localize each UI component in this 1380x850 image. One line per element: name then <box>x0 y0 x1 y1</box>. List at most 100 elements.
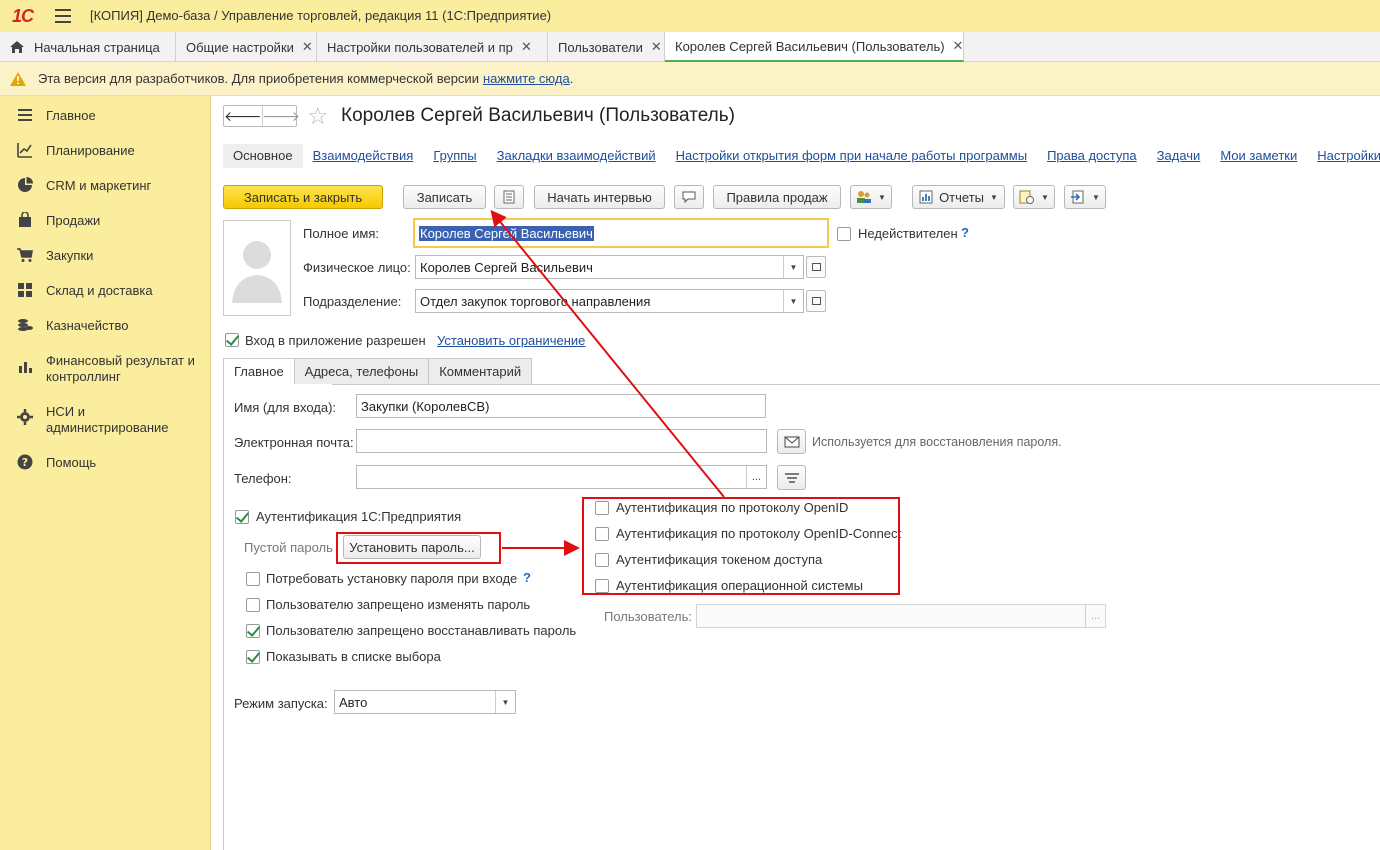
require-password-checkbox[interactable] <box>246 572 260 586</box>
section-notes[interactable]: Мои заметки <box>1210 144 1307 168</box>
cart-icon <box>17 248 33 262</box>
tab-label: Настройки пользователей и прав <box>327 39 513 55</box>
tab-label: Общие настройки <box>186 39 294 55</box>
svg-text:?: ? <box>22 456 28 469</box>
page-tab-main[interactable]: Главное <box>223 358 295 384</box>
favorite-star-icon[interactable]: ☆ <box>307 102 329 131</box>
form-title: Королев Сергей Васильевич (Пользователь) <box>341 105 735 126</box>
open-icon[interactable] <box>806 256 826 278</box>
user-photo[interactable] <box>223 220 291 316</box>
chevron-down-icon[interactable]: ▼ <box>783 290 803 312</box>
login-allowed-checkbox[interactable] <box>225 333 239 347</box>
save-button[interactable]: Записать <box>403 185 486 209</box>
annotation-box-set-password <box>336 532 501 564</box>
section-tasks[interactable]: Задачи <box>1147 144 1211 168</box>
section-main[interactable]: Основное <box>223 144 303 168</box>
phone-input[interactable]: ... <box>356 465 767 489</box>
os-user-select-button[interactable]: ... <box>1085 605 1105 627</box>
set-restriction-link[interactable]: Установить ограничение <box>437 333 585 348</box>
tab-users[interactable]: Пользователи ✕ <box>548 32 665 62</box>
auth-1c-checkbox[interactable] <box>235 510 249 524</box>
sidebar-item-finance[interactable]: Финансовый результат и контроллинг <box>0 351 211 387</box>
back-arrow-icon[interactable]: 🡐 <box>224 106 263 126</box>
question-icon[interactable]: ? <box>523 570 531 585</box>
inactive-checkbox[interactable] <box>837 227 851 241</box>
forbid-change-password-label: Пользователю запрещено изменять пароль <box>266 597 531 612</box>
show-in-list-checkbox[interactable] <box>246 650 260 664</box>
lines-icon[interactable] <box>777 465 806 490</box>
close-icon[interactable]: ✕ <box>521 39 532 55</box>
sidebar-item-crm[interactable]: CRM и маркетинг <box>0 176 211 196</box>
export-icon[interactable]: ▼ <box>1064 185 1106 209</box>
close-icon[interactable]: ✕ <box>302 39 313 55</box>
users-group-icon[interactable]: ▼ <box>850 185 892 209</box>
email-input[interactable] <box>356 429 767 453</box>
tab-current-user[interactable]: Королев Сергей Васильевич (Пользователь)… <box>665 32 964 62</box>
email-label: Электронная почта: <box>234 435 354 450</box>
open-icon[interactable] <box>806 290 826 312</box>
section-groups[interactable]: Группы <box>423 144 486 168</box>
document-icon[interactable] <box>494 185 524 209</box>
question-icon[interactable]: ? <box>961 225 969 240</box>
tab-label: Начальная страница <box>34 39 160 55</box>
sidebar-item-sales[interactable]: Продажи <box>0 211 211 231</box>
forbid-restore-password-label: Пользователю запрещено восстанавливать п… <box>266 623 577 638</box>
forbid-restore-password-checkbox[interactable] <box>246 624 260 638</box>
sidebar-item-treasury[interactable]: Казначейство <box>0 316 211 336</box>
shopping-bag-icon <box>19 212 31 227</box>
os-user-input[interactable]: ... <box>696 604 1106 628</box>
title-bar: 1С [КОПИЯ] Демо-база / Управление торгов… <box>0 0 1380 32</box>
page-tab-addresses[interactable]: Адреса, телефоны <box>293 358 430 384</box>
tab-home[interactable]: Начальная страница <box>0 32 176 62</box>
full-name-input[interactable]: Королев Сергей Васильевич <box>413 218 829 248</box>
comment-icon[interactable] <box>674 185 704 209</box>
gear-icon <box>17 409 33 425</box>
sidebar-item-label: Склад и доставка <box>46 283 153 298</box>
sidebar-item-warehouse[interactable]: Склад и доставка <box>0 281 211 301</box>
save-close-button[interactable]: Записать и закрыть <box>223 185 383 209</box>
annotation-box-auth-options <box>582 497 900 595</box>
chevron-down-icon[interactable]: ▼ <box>783 256 803 278</box>
sidebar-item-purchases[interactable]: Закупки <box>0 246 211 266</box>
envelope-icon[interactable] <box>777 429 806 454</box>
close-icon[interactable]: ✕ <box>651 39 662 55</box>
section-form-open-settings[interactable]: Настройки открытия форм при начале работ… <box>666 144 1037 168</box>
section-interactions[interactable]: Взаимодействия <box>303 144 424 168</box>
section-interaction-bookmarks[interactable]: Закладки взаимодействий <box>487 144 666 168</box>
section-settings[interactable]: Настройки <box>1307 144 1380 168</box>
sidebar-item-label: Главное <box>46 108 96 123</box>
tab-general-settings[interactable]: Общие настройки ✕ <box>176 32 317 62</box>
launch-mode-select[interactable]: Авто ▼ <box>334 690 516 714</box>
main-menu-icon[interactable] <box>55 9 71 23</box>
sidebar-item-admin[interactable]: НСИ и администрирование <box>0 402 211 438</box>
close-icon[interactable]: ✕ <box>953 38 963 54</box>
tab-label: Пользователи <box>558 39 643 55</box>
login-name-input[interactable]: Закупки (КоролевСВ) <box>356 394 766 418</box>
sidebar-item-main[interactable]: Главное <box>0 106 211 126</box>
print-icon[interactable]: ▼ <box>1013 185 1055 209</box>
page-tab-comment[interactable]: Комментарий <box>428 358 533 384</box>
warehouse-icon <box>18 283 32 297</box>
phone-select-button[interactable]: ... <box>746 466 766 488</box>
notice-tail: . <box>569 71 574 86</box>
full-name-label: Полное имя: <box>303 226 379 241</box>
start-interview-button[interactable]: Начать интервью <box>534 185 665 209</box>
sales-rules-button[interactable]: Правила продаж <box>713 185 841 209</box>
inactive-label: Недействителен <box>858 226 958 241</box>
forbid-change-password-checkbox[interactable] <box>246 598 260 612</box>
forward-arrow-icon[interactable]: 🡒 <box>263 106 301 126</box>
section-access-rights[interactable]: Права доступа <box>1037 144 1147 168</box>
sidebar-item-label: CRM и маркетинг <box>46 178 152 193</box>
login-allowed-label: Вход в приложение разрешен <box>245 333 426 348</box>
chevron-down-icon[interactable]: ▼ <box>495 691 515 713</box>
help-icon: ? <box>17 454 33 470</box>
tab-user-settings[interactable]: Настройки пользователей и прав ✕ <box>317 32 548 62</box>
notice-link[interactable]: нажмите сюда <box>483 71 570 86</box>
reports-button[interactable]: Отчеты ▼ <box>912 185 1005 209</box>
sidebar-item-planning[interactable]: Планирование <box>0 141 211 161</box>
user-form: 🡐 🡒 ☆ Королев Сергей Васильевич (Пользов… <box>212 96 1380 850</box>
open-tabs-bar: Начальная страница Общие настройки ✕ Нас… <box>0 32 1380 62</box>
department-input[interactable]: Отдел закупок торгового направления ▼ <box>415 289 804 313</box>
person-input[interactable]: Королев Сергей Васильевич ▼ <box>415 255 804 279</box>
sidebar-item-help[interactable]: ? Помощь <box>0 453 211 473</box>
